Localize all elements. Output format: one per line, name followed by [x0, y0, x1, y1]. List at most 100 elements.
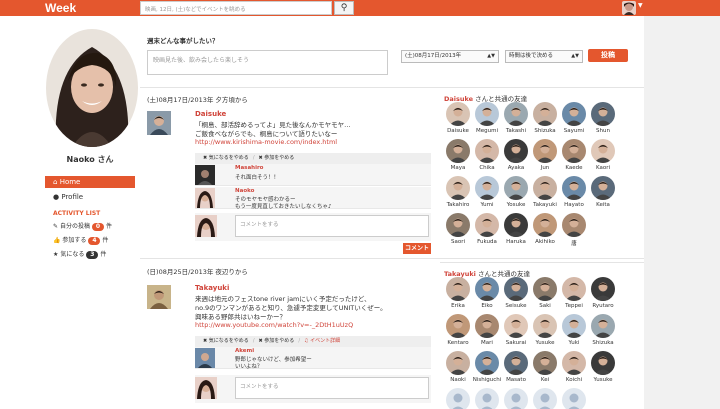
friend-item[interactable]: Mari	[473, 314, 501, 350]
friend-item[interactable]: Naoki	[444, 351, 472, 387]
friend-item[interactable]: Sakurai	[502, 314, 530, 350]
comment-submit-button[interactable]: コメント	[403, 243, 431, 254]
friend-item[interactable]: Keita	[589, 176, 617, 212]
comment-avatar[interactable]	[195, 165, 215, 185]
friend-item[interactable]	[502, 388, 530, 409]
friend-item[interactable]: Fukuda	[473, 213, 501, 249]
friend-item[interactable]: Shun	[589, 102, 617, 138]
post-button[interactable]: 投稿	[588, 49, 628, 62]
comment-avatar[interactable]	[195, 188, 215, 208]
friend-item[interactable]: Seisuke	[502, 277, 530, 313]
time-select[interactable]: 時間は後で決める ▲▼	[505, 50, 583, 63]
friend-item[interactable]: Daisuke	[444, 102, 472, 138]
friend-item[interactable]: Shizuka	[589, 314, 617, 350]
interested-toggle[interactable]: ✖ 気になるをやめる	[203, 338, 249, 344]
friend-avatar	[533, 277, 557, 301]
friend-item[interactable]	[531, 388, 559, 409]
activity-joining[interactable]: 👍 参加する 4 件	[53, 236, 108, 246]
friend-name: 唐	[571, 241, 577, 247]
friend-item[interactable]	[473, 388, 501, 409]
comment-author[interactable]: Naoko	[235, 188, 254, 194]
friend-item[interactable]: Kei	[531, 351, 559, 387]
friend-item[interactable]: Saori	[444, 213, 472, 249]
interested-toggle[interactable]: ✖ 気になるをやめる	[203, 155, 249, 161]
friend-item[interactable]: Sayumi	[560, 102, 588, 138]
friend-item[interactable]: Yuki	[560, 314, 588, 350]
nav-home[interactable]: ⌂ Home	[45, 176, 135, 188]
comment-author[interactable]: Akemi	[235, 348, 254, 354]
friend-avatar	[504, 102, 528, 126]
friend-item[interactable]: Haruka	[502, 213, 530, 249]
event-date: (日)08月25日/2013年 夜辺りから	[147, 268, 248, 276]
friend-item[interactable]: Teppei	[560, 277, 588, 313]
join-toggle[interactable]: ✖ 参加をやめる	[259, 155, 295, 161]
friend-item[interactable]: Eiko	[473, 277, 501, 313]
event-text-line: ご飯食べながらでも、桐島について語りたいなー	[195, 130, 338, 138]
friend-item[interactable]: Hayato	[560, 176, 588, 212]
search-input[interactable]: 映画, 12日, (土)などでイベントを眺める	[140, 1, 332, 15]
comment-input[interactable]: コメントをする	[235, 377, 429, 399]
friend-item[interactable]: Jun	[531, 139, 559, 175]
friend-item[interactable]: Masato	[502, 351, 530, 387]
friend-item[interactable]: Chika	[473, 139, 501, 175]
friend-item[interactable]: Takahiro	[444, 176, 472, 212]
friend-item[interactable]	[444, 388, 472, 409]
app-logo[interactable]: Week	[45, 0, 76, 16]
friend-item[interactable]: Yusuke	[589, 351, 617, 387]
friend-avatar	[475, 102, 499, 126]
friend-item[interactable]: Yusuke	[531, 314, 559, 350]
friend-avatar	[475, 213, 499, 237]
my-avatar	[195, 377, 217, 399]
event-author-avatar[interactable]	[147, 111, 171, 135]
friend-item[interactable]: Yosuke	[502, 176, 530, 212]
friend-item[interactable]: Takashi	[502, 102, 530, 138]
friend-item[interactable]: Kaede	[560, 139, 588, 175]
friend-item[interactable]: Takayuki	[531, 176, 559, 212]
event-detail-link[interactable]: ♫ イベント詳細	[304, 338, 340, 344]
friend-item[interactable]	[560, 388, 588, 409]
friend-item[interactable]: Maya	[444, 139, 472, 175]
comment-author[interactable]: Masahiro	[235, 165, 263, 171]
friend-item[interactable]: Koichi	[560, 351, 588, 387]
friend-avatar	[533, 388, 557, 409]
megaphone-icon: ♫	[304, 338, 309, 344]
friend-item[interactable]: Nishiguchi	[473, 351, 501, 387]
friend-item[interactable]: Saki	[531, 277, 559, 313]
friend-avatar	[475, 139, 499, 163]
activity-interested[interactable]: ★ 気になる 3 件	[53, 250, 106, 260]
friend-item[interactable]: Megumi	[473, 102, 501, 138]
friend-avatar	[504, 388, 528, 409]
friend-item[interactable]: Ryutaro	[589, 277, 617, 313]
search-button[interactable]: ⚲	[334, 1, 354, 15]
comment-avatar[interactable]	[195, 348, 215, 368]
friend-avatar	[591, 314, 615, 338]
event-author-name[interactable]: Daisuke	[195, 110, 226, 118]
event-text-line: 興味ある野郎共はいねーかー？	[195, 313, 286, 321]
user-avatar[interactable]	[622, 1, 636, 15]
friend-item[interactable]: Yumi	[473, 176, 501, 212]
friend-avatar	[475, 176, 499, 200]
event-author-avatar[interactable]	[147, 285, 171, 309]
join-toggle[interactable]: ✖ 参加をやめる	[259, 338, 295, 344]
friend-item[interactable]: Kentaro	[444, 314, 472, 350]
event-link[interactable]: http://www.youtube.com/watch?v=-_2DtH1uU…	[195, 321, 353, 329]
user-icon: ●	[53, 193, 60, 201]
friend-item[interactable]: Kaori	[589, 139, 617, 175]
composer-textarea[interactable]: 映画見た後、飲み会したら楽しそう	[147, 50, 388, 75]
event-author-name[interactable]: Takayuki	[195, 284, 229, 292]
comment-input[interactable]: コメントをする	[235, 215, 429, 237]
nav-profile[interactable]: ● Profile	[45, 191, 135, 203]
friend-item[interactable]: Akihiko	[531, 213, 559, 249]
friend-item[interactable]: Ayaka	[502, 139, 530, 175]
star-icon: ★	[53, 251, 59, 258]
friend-item[interactable]: Shizuka	[531, 102, 559, 138]
friend-item[interactable]: Erika	[444, 277, 472, 313]
friend-avatar	[533, 176, 557, 200]
event-link[interactable]: http://www.kirishima-movie.com/index.htm…	[195, 138, 337, 146]
activity-my-posts[interactable]: ✎ 自分の投稿 0 件	[53, 222, 112, 232]
chevron-down-icon[interactable]: ▼	[638, 2, 643, 9]
count-badge: 3	[86, 250, 99, 259]
friend-avatar	[446, 176, 470, 200]
date-select[interactable]: (土)08月17日/2013年 ▲▼	[401, 50, 499, 63]
friend-item[interactable]: 唐	[560, 213, 588, 249]
